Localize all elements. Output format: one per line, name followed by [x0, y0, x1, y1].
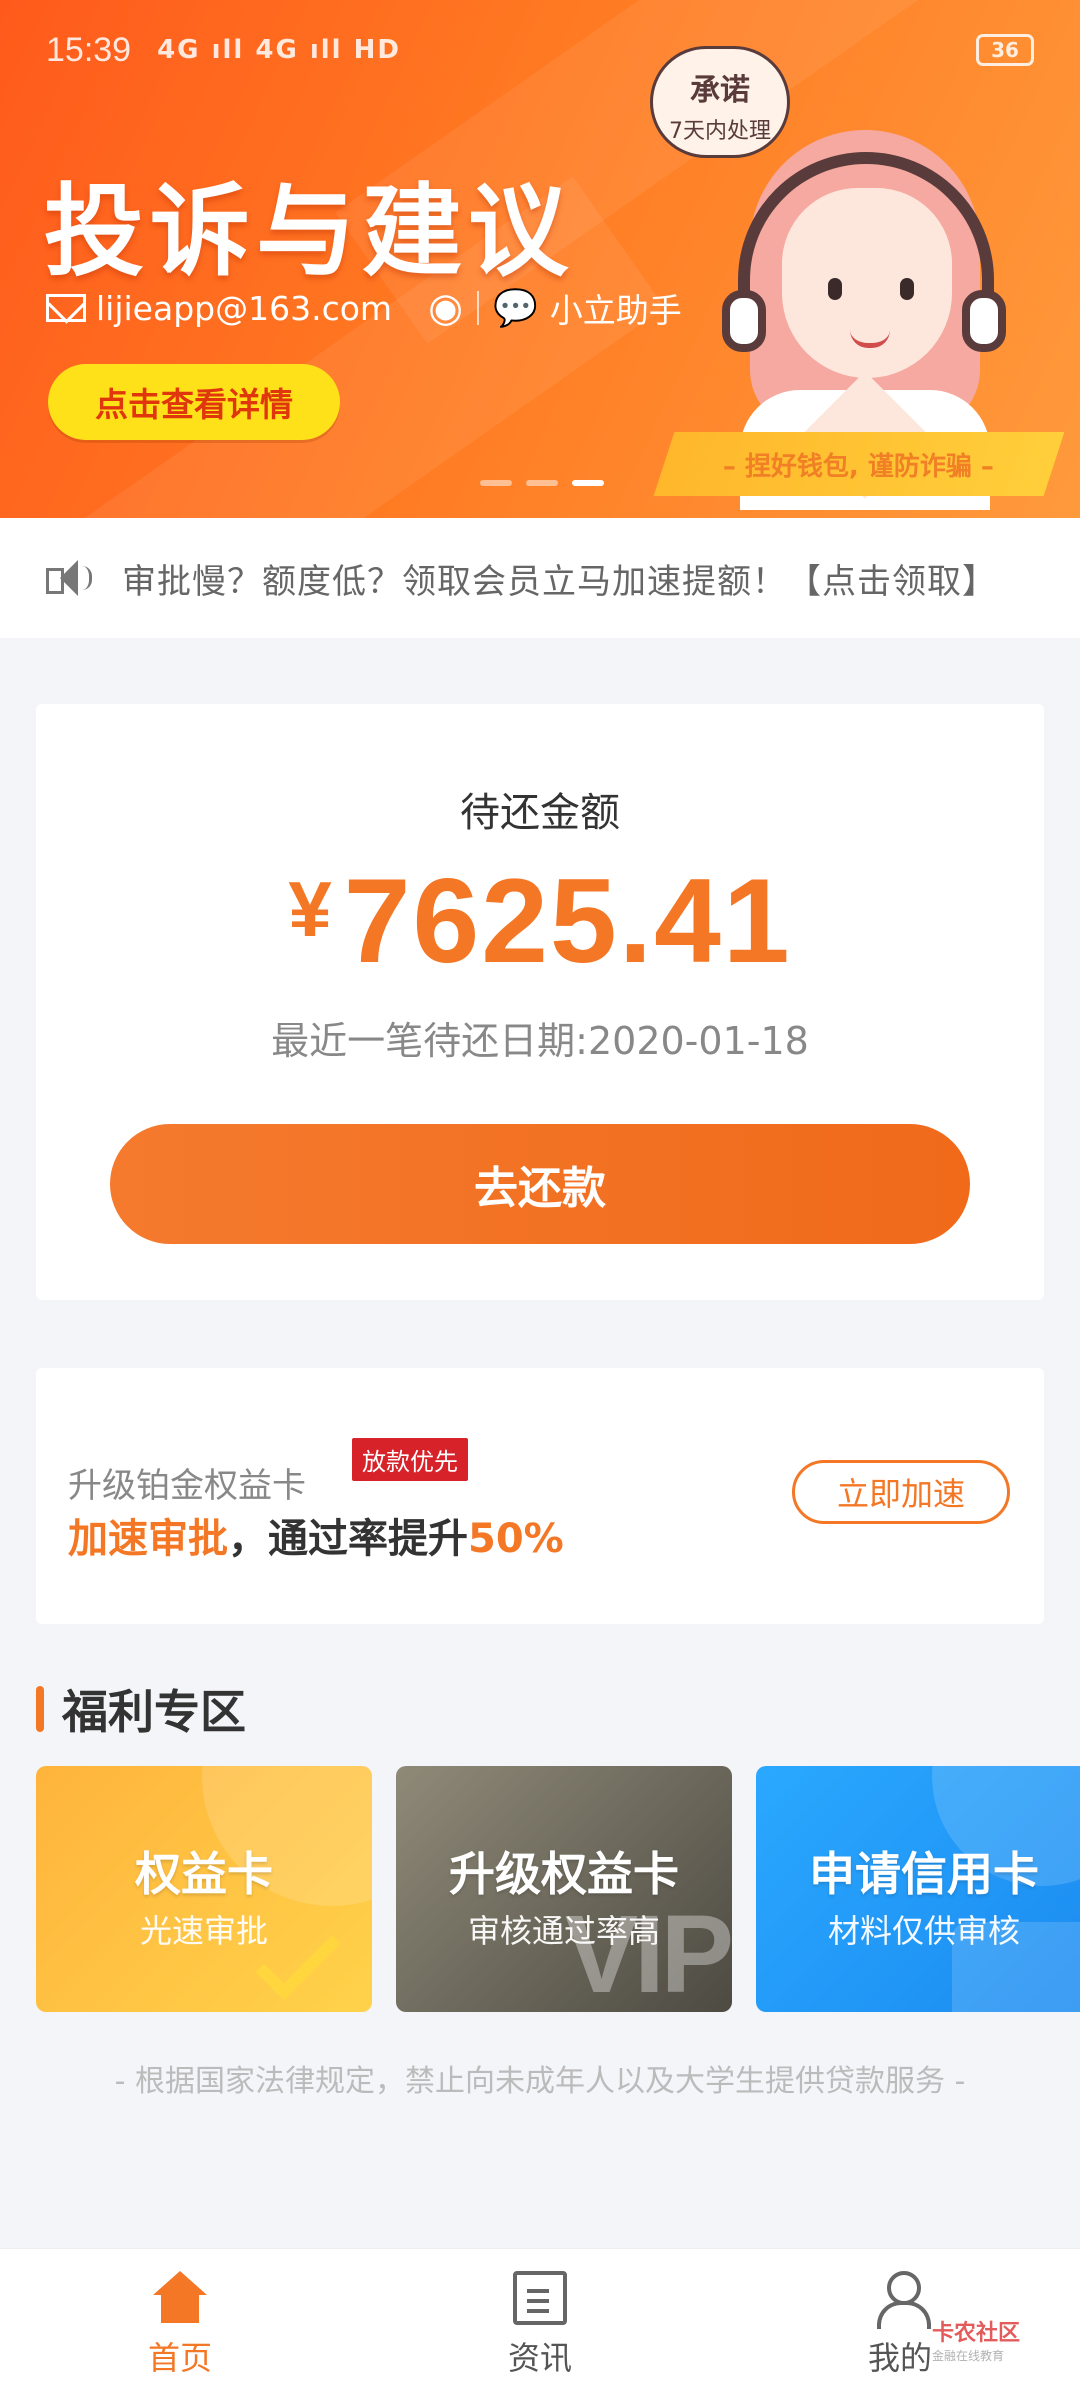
welfare-card-benefit[interactable]: 权益卡 光速审批	[36, 1766, 372, 2012]
nav-home[interactable]: 首页	[0, 2249, 360, 2400]
wechat-name: 小立助手	[549, 291, 682, 330]
speaker-icon	[46, 558, 92, 598]
welfare-card-title: 权益卡	[135, 1847, 273, 1901]
repay-button[interactable]: 去还款	[110, 1124, 970, 1244]
carousel-dot[interactable]	[526, 480, 558, 486]
upgrade-description: 加速审批，通过率提升50%	[68, 1506, 564, 1564]
news-icon	[513, 2270, 567, 2325]
view-details-button[interactable]: 点击查看详情	[48, 364, 340, 440]
nav-label: 资讯	[507, 2338, 572, 2377]
fraud-warning-slogan: – 捏好钱包, 谨防诈骗 –	[653, 432, 1065, 496]
legal-notice: - 根据国家法律规定，禁止向未成年人以及大学生提供贷款服务 -	[114, 2064, 966, 2099]
signal-indicator: 4G ıll 4G ıll HD	[157, 35, 401, 65]
user-icon	[873, 2270, 931, 2329]
banner-title: 投诉与建议	[44, 173, 574, 290]
accelerate-button[interactable]: 立即加速	[792, 1460, 1010, 1524]
welfare-card-credit[interactable]: 申请信用卡 材料仅供审核	[756, 1766, 1080, 2012]
currency-symbol: ¥	[288, 865, 334, 953]
promise-line1: 承诺	[690, 73, 750, 108]
repay-amount: ¥7625.41	[36, 852, 1044, 990]
contact-email: lijieapp@163.com	[96, 288, 393, 328]
nav-label: 我的	[867, 2338, 932, 2377]
welfare-card-title: 申请信用卡	[809, 1847, 1039, 1901]
welfare-card-upgrade[interactable]: VIP 升级权益卡 审核通过率高	[396, 1766, 732, 2012]
slogan-text: – 捏好钱包, 谨防诈骗 –	[723, 451, 995, 482]
status-bar: 15:39 4G ıll 4G ıll HD 36	[46, 22, 1034, 78]
desc-middle: ，通过率提升	[228, 1516, 468, 1562]
welfare-card-title: 升级权益卡	[449, 1847, 679, 1901]
upgrade-card[interactable]: 升级铂金权益卡 放款优先 加速审批，通过率提升50% 立即加速	[36, 1368, 1044, 1624]
promise-bubble: 承诺 7天内处理	[650, 46, 790, 158]
promise-line2: 7天内处理	[669, 119, 771, 144]
section-title: 福利专区	[62, 1685, 246, 1739]
carousel-indicator	[480, 480, 604, 486]
welfare-section-header: 福利专区	[36, 1676, 246, 1742]
carousel-dot-active[interactable]	[572, 480, 604, 486]
desc-rate: 50%	[468, 1516, 564, 1562]
nav-label: 首页	[147, 2338, 212, 2377]
contact-divider	[476, 291, 479, 325]
nav-mine[interactable]: 我的	[720, 2249, 1080, 2400]
bottom-navigation: 首页 资讯 我的 卡农社区 金融在线教育	[0, 2248, 1080, 2400]
battery-icon: 36	[976, 34, 1034, 66]
promo-banner[interactable]: 15:39 4G ıll 4G ıll HD 36 投诉与建议 lijieapp…	[0, 0, 1080, 518]
repay-due-date: 最近一笔待还日期:2020-01-18	[271, 1019, 809, 1063]
amount-value: 7625.41	[343, 854, 792, 988]
nav-news[interactable]: 资讯	[360, 2249, 720, 2400]
welfare-card-subtitle: 审核通过率高	[467, 1912, 660, 1950]
weibo-icon: ◉	[428, 285, 463, 331]
repayment-card: 待还金额 ¥7625.41 最近一笔待还日期:2020-01-18 去还款	[36, 704, 1044, 1300]
welfare-card-subtitle: 材料仅供审核	[827, 1912, 1020, 1950]
welfare-cards: 权益卡 光速审批 VIP 升级权益卡 审核通过率高 申请信用卡 材料仅供审核	[36, 1766, 1080, 2012]
notice-bar[interactable]: 审批慢？额度低？领取会员立马加速提额！【点击领取】	[0, 518, 1080, 638]
welfare-card-subtitle: 光速审批	[139, 1912, 268, 1950]
section-accent-bar	[36, 1686, 44, 1732]
status-time: 15:39	[46, 30, 132, 69]
priority-badge: 放款优先	[352, 1438, 468, 1481]
wechat-icon: 💬	[492, 288, 538, 329]
upgrade-title: 升级铂金权益卡	[68, 1466, 306, 1506]
carousel-dot[interactable]	[480, 480, 512, 486]
contact-row: lijieapp@163.com ◉ 💬 小立助手	[46, 284, 682, 332]
mail-icon	[46, 294, 86, 322]
community-watermark: 卡农社区 金融在线教育	[931, 2321, 1020, 2363]
home-icon	[153, 2270, 207, 2325]
repay-label: 待还金额	[460, 790, 620, 836]
notice-text[interactable]: 审批慢？额度低？领取会员立马加速提额！【点击领取】	[122, 554, 997, 603]
desc-highlight: 加速审批	[68, 1516, 228, 1562]
